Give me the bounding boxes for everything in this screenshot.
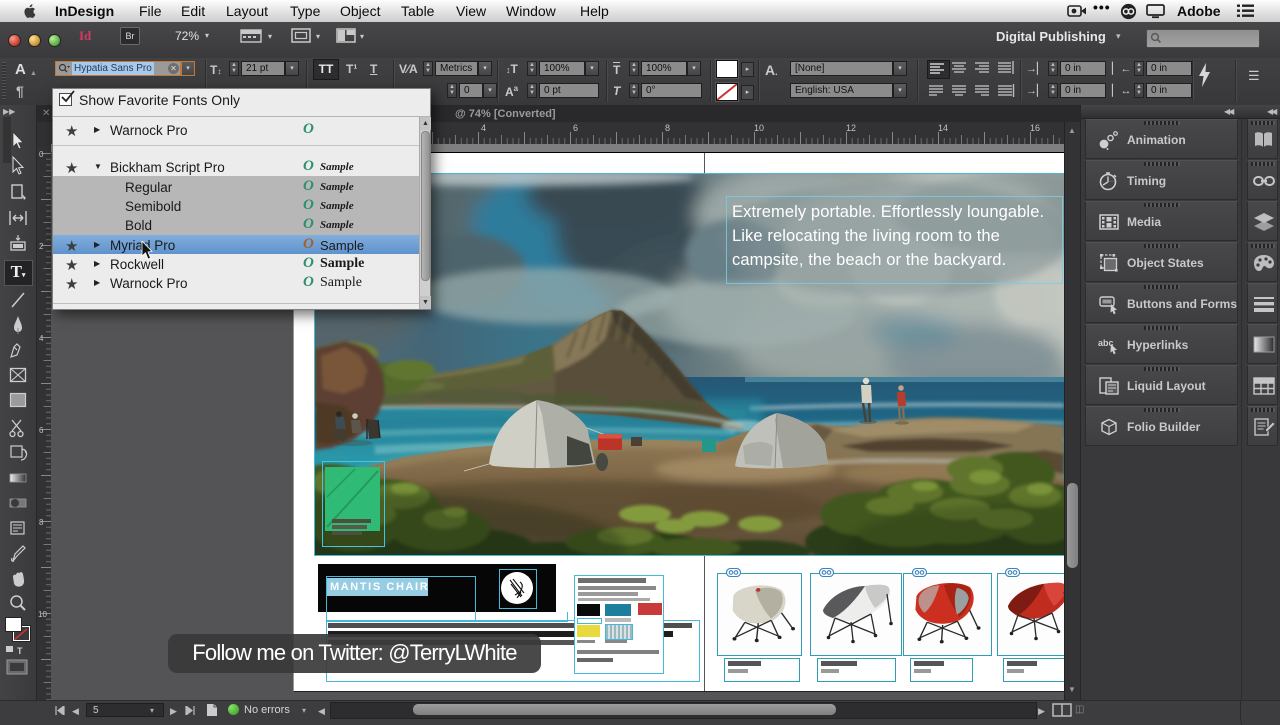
svg-text:2: 2 (39, 242, 44, 251)
svg-text:8: 8 (39, 518, 44, 527)
svg-text:4: 4 (39, 334, 44, 343)
svg-text:14: 14 (938, 123, 948, 133)
svg-text:6: 6 (573, 123, 578, 133)
svg-text:6: 6 (39, 426, 44, 435)
svg-text:4: 4 (481, 123, 486, 133)
svg-text:0: 0 (39, 150, 44, 159)
svg-text:8: 8 (665, 123, 670, 133)
svg-text:16: 16 (1030, 123, 1040, 133)
svg-text:12: 12 (846, 123, 856, 133)
svg-text:10: 10 (38, 610, 47, 619)
svg-text:10: 10 (754, 123, 764, 133)
